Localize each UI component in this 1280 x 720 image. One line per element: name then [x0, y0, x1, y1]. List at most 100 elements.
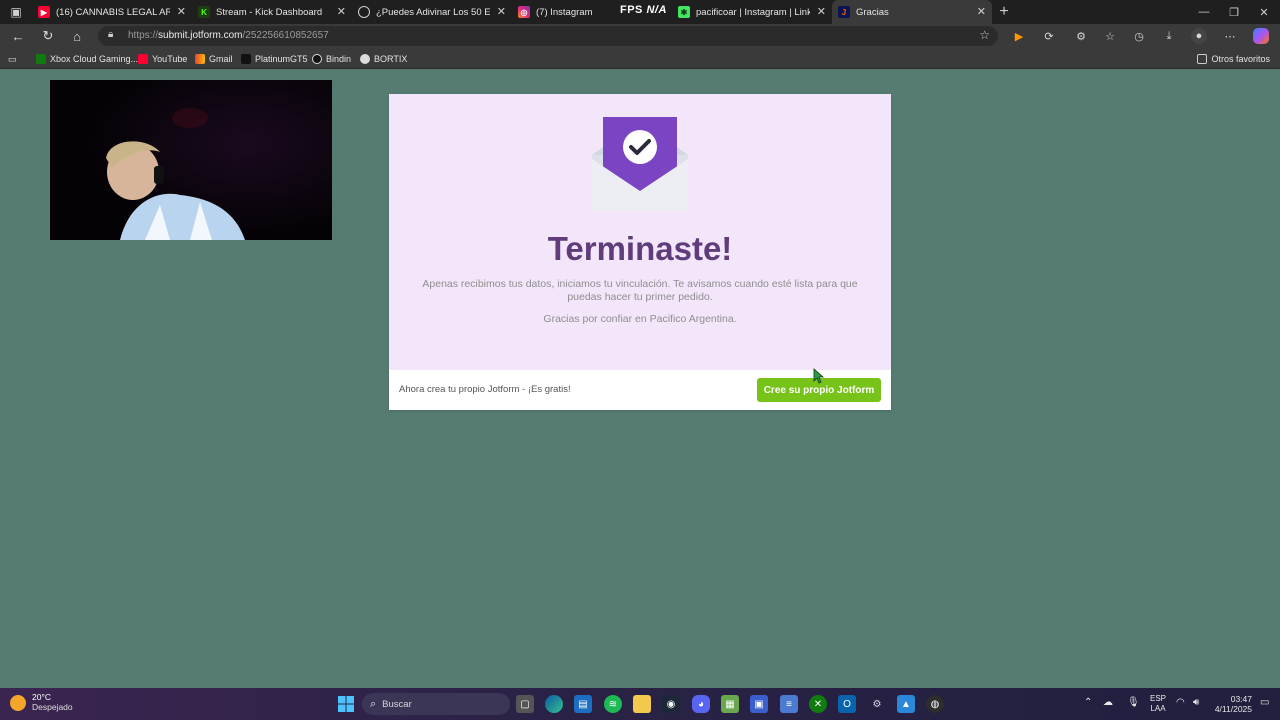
file-explorer-icon[interactable] — [633, 695, 651, 713]
webcam-feed-image — [50, 80, 332, 240]
close-icon[interactable]: ✕ — [337, 5, 346, 18]
notifications-icon[interactable]: ▭ — [1260, 697, 1269, 708]
taskbar-search[interactable]: ⌕ Buscar — [362, 693, 510, 715]
tab-quiz[interactable]: ¿Puedes Adivinar Los 50 Equipos ✕ — [352, 0, 512, 24]
fps-label: FPS — [620, 4, 643, 16]
windows-start-icon[interactable] — [337, 695, 355, 713]
xbox-icon[interactable]: ✕ — [809, 695, 827, 713]
footer-promo-text: Ahora crea tu propio Jotform - ¡Es grati… — [399, 384, 571, 395]
bookmark-label: Xbox Cloud Gaming... — [50, 54, 139, 64]
tab-title: Stream - Kick Dashboard — [216, 6, 323, 18]
volume-icon[interactable]: 🔊︎ — [1193, 697, 1199, 708]
fps-overlay: FPS N/A — [620, 4, 667, 16]
task-view-icon[interactable]: ▢ — [516, 695, 534, 713]
url-path: /252256610852657 — [242, 30, 329, 41]
bookmark-label: BORTIX — [374, 54, 408, 64]
favorites-icon[interactable]: ☆ — [1102, 28, 1118, 44]
profile-avatar[interactable]: ● — [1191, 28, 1207, 44]
discord-icon[interactable]: ◕ — [692, 695, 710, 713]
taskbar: 20°C Despejado ⌕ Buscar ▢ ▤ ≋ ◉ ◕ ▦ ▣ ≡ … — [0, 688, 1280, 720]
close-icon[interactable]: ✕ — [177, 5, 186, 18]
copilot-icon[interactable] — [1253, 28, 1269, 44]
tab-youtube[interactable]: ▶ (16) CANNABIS LEGAL ARGENTINA ✕ — [32, 0, 192, 24]
bookmark-label: YouTube — [152, 54, 188, 64]
obs-icon[interactable]: ◍ — [926, 695, 944, 713]
notepad-icon[interactable]: ≡ — [780, 695, 798, 713]
clock-date: 4/11/2025 — [1214, 704, 1252, 714]
system-clock[interactable]: 03:47 4/11/2025 — [1212, 694, 1252, 714]
bookmark-youtube[interactable]: YouTube — [138, 52, 187, 66]
folder-icon — [1197, 54, 1208, 64]
bookmark-platinumgt5[interactable]: PlatinumGT5 — [241, 52, 308, 66]
search-icon: ⌕ — [370, 697, 377, 710]
tab-gracias[interactable]: J Gracias ✕ — [832, 0, 992, 24]
bookmark-gmail[interactable]: Gmail — [195, 52, 233, 66]
new-tab-button[interactable]: + — [992, 0, 1016, 24]
bookmark-bindin[interactable]: Bindin — [312, 52, 351, 66]
home-button[interactable]: ⌂ — [67, 26, 87, 46]
extensions-icon[interactable]: ⚙ — [1073, 28, 1089, 44]
gmail-icon — [195, 54, 205, 64]
weather-sun-icon — [10, 694, 26, 711]
close-icon[interactable]: ✕ — [497, 5, 506, 18]
bookmark-label: Gmail — [209, 54, 233, 64]
youtube-icon — [138, 54, 148, 64]
store-icon[interactable]: ▣ — [750, 695, 768, 713]
webcam-overlay — [50, 80, 332, 240]
close-window-button[interactable]: ✕ — [1248, 0, 1280, 24]
thank-you-card: Terminaste! Apenas recibimos tus datos, … — [389, 94, 891, 410]
restore-button[interactable]: ❐ — [1218, 0, 1250, 24]
close-icon[interactable]: ✕ — [817, 5, 826, 18]
reading-list-icon[interactable]: ▭ — [8, 52, 17, 66]
tab-title: pacificoar | Instagram | Linktree — [696, 6, 810, 18]
bookmark-bortix[interactable]: BORTIX — [360, 52, 407, 66]
address-bar[interactable]: 🔒︎ https://submit.jotform.com/2522566108… — [98, 26, 998, 46]
remote-desktop-icon[interactable]: ▤ — [574, 695, 592, 713]
wifi-icon[interactable]: ◠ — [1176, 697, 1185, 708]
settings-icon[interactable]: ⚙ — [868, 695, 886, 713]
play-extension-icon[interactable]: ▶ — [1011, 28, 1027, 44]
minecraft-icon[interactable]: ▦ — [721, 695, 739, 713]
tab-actions-icon[interactable]: ▣ — [0, 0, 32, 24]
other-favorites-folder[interactable]: Otros favoritos — [1197, 52, 1270, 66]
search-placeholder: Buscar — [382, 698, 412, 710]
bookmark-xbox[interactable]: Xbox Cloud Gaming... — [36, 52, 138, 66]
tab-kick[interactable]: K Stream - Kick Dashboard ✕ — [192, 0, 352, 24]
refresh-extension-icon[interactable]: ⟳ — [1041, 28, 1057, 44]
edge-icon[interactable] — [545, 695, 563, 713]
show-hidden-icons[interactable]: ⌃ — [1084, 697, 1092, 708]
language-indicator[interactable]: ESP LAA — [1150, 694, 1166, 714]
steam-icon[interactable]: ◉ — [662, 695, 680, 713]
onedrive-icon[interactable]: ☁ — [1103, 697, 1113, 708]
close-icon[interactable]: ✕ — [977, 5, 986, 18]
page-title: Terminaste! — [547, 230, 733, 267]
fps-value: N/A — [646, 4, 667, 16]
back-button[interactable]: ← — [8, 26, 28, 46]
photos-icon[interactable]: ▲ — [897, 695, 915, 713]
instagram-icon: ◎ — [518, 6, 530, 18]
star-icon[interactable]: ☆ — [979, 28, 990, 42]
reload-button[interactable]: ↻ — [38, 26, 58, 46]
history-icon[interactable]: ◷ — [1131, 28, 1147, 44]
minimize-button[interactable]: — — [1188, 0, 1220, 24]
thank-you-header: Terminaste! Apenas recibimos tus datos, … — [389, 94, 891, 370]
url-text: https://submit.jotform.com/2522566108526… — [128, 30, 329, 41]
envelope-check-icon — [592, 117, 688, 211]
microphone-icon[interactable]: 🎙︎ — [1127, 697, 1140, 708]
menu-icon[interactable]: ⋯ — [1222, 28, 1238, 44]
bookmark-label: Bindin — [326, 54, 352, 64]
tab-title: (16) CANNABIS LEGAL ARGENTINA — [56, 6, 170, 18]
outlook-icon[interactable]: O — [838, 695, 856, 713]
downloads-icon[interactable]: ⤓ — [1161, 28, 1177, 44]
weather-description: Despejado — [32, 702, 73, 712]
navigation-bar: ← ↻ ⌂ 🔒︎ https://submit.jotform.com/2522… — [0, 24, 1280, 48]
spotify-icon[interactable]: ≋ — [604, 695, 622, 713]
tab-linktree[interactable]: ✱ pacificoar | Instagram | Linktree ✕ — [672, 0, 832, 24]
language-bottom: LAA — [1150, 704, 1166, 713]
tab-title: Gracias — [856, 6, 889, 18]
weather-widget[interactable]: 20°C Despejado — [10, 692, 73, 713]
linktree-icon: ✱ — [678, 6, 690, 18]
globe-icon — [358, 6, 370, 18]
bortix-icon — [360, 54, 370, 64]
tab-title: ¿Puedes Adivinar Los 50 Equipos — [376, 6, 490, 18]
